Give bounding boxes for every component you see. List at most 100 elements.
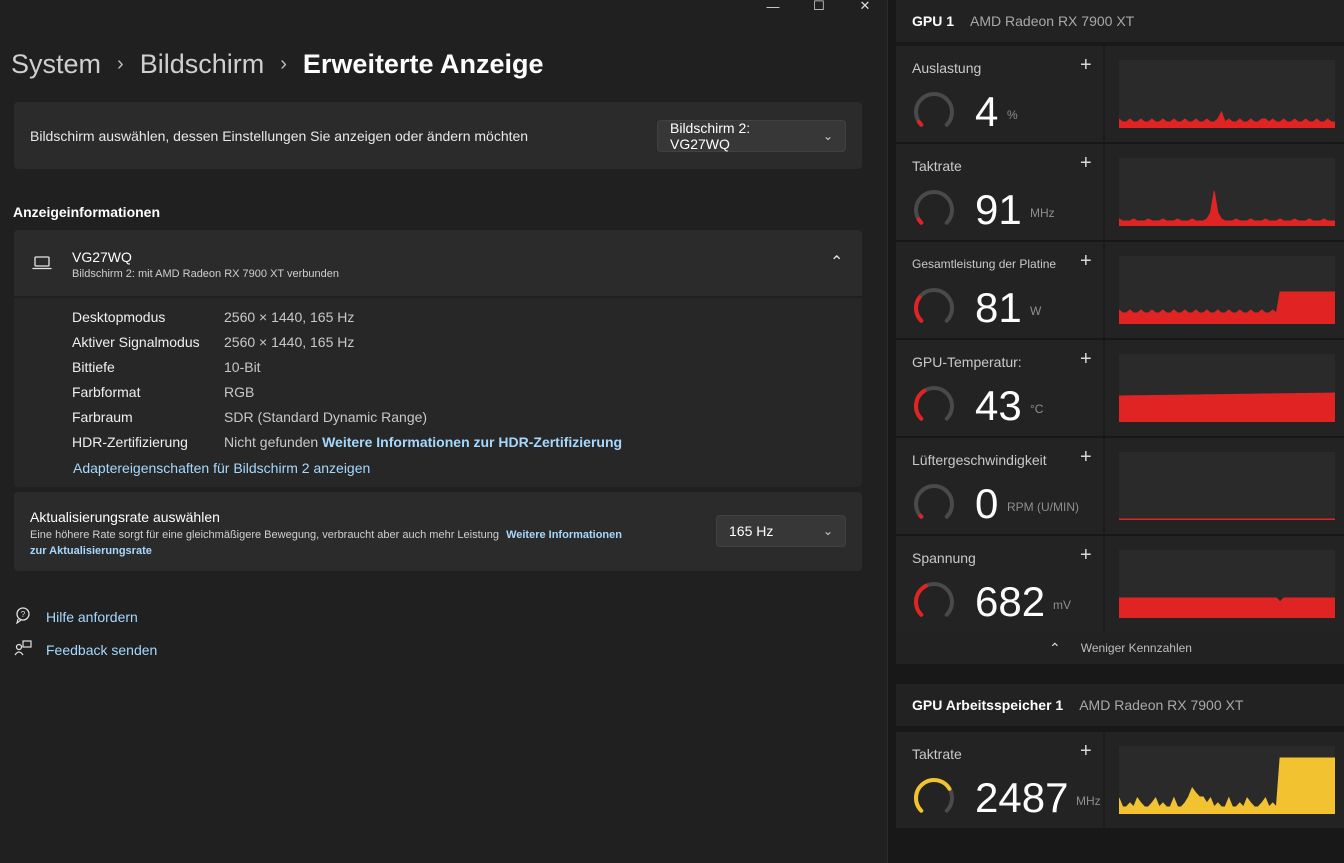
- minimize-button[interactable]: —: [750, 0, 796, 14]
- gauge-icon: [914, 582, 954, 617]
- feedback-icon: [12, 639, 34, 661]
- refresh-rate-value: 165 Hz: [729, 523, 774, 539]
- metric-card: Gesamtleistung der Platine +81 W: [896, 242, 1344, 338]
- add-metric-icon[interactable]: +: [1080, 348, 1092, 371]
- refresh-rate-select[interactable]: 165 Hz ⌄: [716, 515, 846, 547]
- help-link[interactable]: ? Hilfe anfordern: [12, 606, 138, 628]
- gpu-mem-name: AMD Radeon RX 7900 XT: [1079, 697, 1244, 713]
- display-info-header[interactable]: VG27WQ Bildschirm 2: mit AMD Radeon RX 7…: [14, 230, 862, 297]
- metric-value: 2487: [975, 774, 1069, 821]
- add-metric-icon[interactable]: +: [1080, 152, 1092, 175]
- maximize-button[interactable]: ☐: [796, 0, 842, 13]
- metric-value: 81: [975, 284, 1022, 331]
- metric-card: Lüftergeschwindigkeit +0 RPM (U/MIN): [896, 438, 1344, 534]
- sparkline-frame: [1118, 354, 1336, 423]
- laptop-icon: [32, 256, 52, 270]
- metric-graph: [1105, 732, 1344, 828]
- metric-summary: Taktrate +91 MHz: [896, 144, 1103, 240]
- gauge-level: [916, 217, 924, 225]
- info-value: 2560 × 1440, 165 Hz: [224, 309, 355, 325]
- info-key: Farbraum: [72, 409, 133, 425]
- adapter-properties-link[interactable]: Adaptereigenschaften für Bildschirm 2 an…: [73, 460, 370, 476]
- breadcrumb-bildschirm[interactable]: Bildschirm: [140, 49, 265, 80]
- metric-summary: Gesamtleistung der Platine +81 W: [896, 242, 1103, 338]
- fewer-metrics-button[interactable]: ⌃ Weniger Kennzahlen: [896, 632, 1344, 664]
- info-value: Nicht gefunden Weitere Informationen zur…: [224, 434, 622, 450]
- sparkline-chart: [1118, 110, 1336, 129]
- sparkline-chart: [1118, 597, 1336, 619]
- metric-graph: [1105, 438, 1344, 534]
- chevron-down-icon: ⌄: [822, 524, 833, 538]
- help-label[interactable]: Hilfe anfordern: [46, 609, 138, 625]
- gauge-icon: [914, 778, 954, 813]
- sparkline-chart: [1118, 392, 1336, 423]
- hdr-info-link[interactable]: Weitere Informationen zur HDR-Zertifizie…: [322, 434, 622, 450]
- metric-card: GPU-Temperatur: +43 °C: [896, 340, 1344, 436]
- gpu-mem-header: GPU Arbeitsspeicher 1 AMD Radeon RX 7900…: [896, 684, 1344, 726]
- gauge-icon: [914, 190, 954, 225]
- metric-unit: mV: [1053, 598, 1071, 612]
- page-title: Erweiterte Anzeige: [302, 48, 544, 79]
- chevron-up-icon[interactable]: ⌃: [830, 252, 843, 272]
- sparkline-frame: [1118, 746, 1336, 815]
- metric-value: 682: [975, 578, 1046, 625]
- help-icon: ?: [12, 606, 34, 628]
- metric-card: Spannung +682 mV: [896, 536, 1344, 632]
- sparkline-frame: [1118, 452, 1336, 521]
- gauge-level: [918, 513, 924, 519]
- metric-summary: Lüftergeschwindigkeit +0 RPM (U/MIN): [896, 438, 1103, 534]
- gauge-icon: [914, 386, 954, 421]
- breadcrumb-system[interactable]: System: [11, 49, 101, 80]
- display-select[interactable]: Bildschirm 2: VG27WQ ⌄: [657, 120, 846, 152]
- refresh-rate-desc: Eine höhere Rate sorgt für eine gleichmä…: [30, 527, 710, 559]
- display-subtitle: Bildschirm 2: mit AMD Radeon RX 7900 XT …: [72, 268, 339, 280]
- section-title: Anzeigeinformationen: [13, 204, 161, 220]
- add-metric-icon[interactable]: +: [1080, 544, 1092, 567]
- display-info-body: Desktopmodus 2560 × 1440, 165 Hz Aktiver…: [14, 298, 862, 487]
- metric-unit: RPM (U/MIN): [1007, 500, 1079, 514]
- metric-card: Auslastung +4%: [896, 46, 1344, 142]
- add-metric-icon[interactable]: +: [1080, 446, 1092, 469]
- info-value: 10-Bit: [224, 359, 261, 375]
- gauge-icon: [914, 288, 954, 323]
- add-metric-icon[interactable]: +: [1080, 250, 1092, 273]
- info-value: SDR (Standard Dynamic Range): [224, 409, 428, 425]
- fewer-metrics-label: Weniger Kennzahlen: [1080, 641, 1192, 655]
- metric-unit: MHz: [1030, 206, 1055, 220]
- gauge-icon: [914, 92, 954, 127]
- gauge-level: [917, 120, 924, 127]
- metric-card: Taktrate +91 MHz: [896, 144, 1344, 240]
- sparkline-chart: [1118, 291, 1336, 325]
- refresh-rate-card: Aktualisierungsrate auswählen Eine höher…: [14, 492, 862, 571]
- metric-value: 0: [975, 480, 999, 527]
- add-metric-icon[interactable]: +: [1080, 740, 1092, 763]
- metric-summary: Spannung +682 mV: [896, 536, 1103, 632]
- refresh-desc-text: Eine höhere Rate sorgt für eine gleichmä…: [30, 529, 499, 541]
- refresh-info-link[interactable]: Weitere Informationen: [506, 529, 622, 541]
- metric-title: Taktrate: [912, 158, 962, 174]
- metric-title: Spannung: [912, 550, 976, 566]
- svg-text:?: ?: [21, 610, 26, 619]
- refresh-info-link-2[interactable]: zur Aktualisierungsrate: [30, 545, 152, 557]
- gauge-level: [914, 388, 927, 421]
- display-name: VG27WQ: [72, 249, 132, 265]
- display-select-value: Bildschirm 2: VG27WQ: [670, 120, 751, 152]
- sparkline-area: [1118, 291, 1336, 325]
- sparkline-area: [1118, 757, 1336, 815]
- select-display-label: Bildschirm auswählen, dessen Einstellung…: [30, 128, 529, 144]
- info-key: HDR-Zertifizierung: [72, 434, 188, 450]
- metric-unit: %: [1007, 108, 1018, 122]
- breadcrumb: System › Bildschirm › Erweiterte Anzeige: [11, 44, 543, 84]
- feedback-link[interactable]: Feedback senden: [12, 639, 157, 661]
- metric-graph: [1105, 340, 1344, 436]
- metric-title: Auslastung: [912, 60, 982, 76]
- metric-graph: [1105, 242, 1344, 338]
- feedback-label[interactable]: Feedback senden: [46, 642, 157, 658]
- metric-summary: Auslastung +4%: [896, 46, 1103, 142]
- metric-value: 43: [975, 382, 1022, 429]
- info-key: Desktopmodus: [72, 309, 166, 325]
- add-metric-icon[interactable]: +: [1080, 54, 1092, 77]
- chevron-right-icon: ›: [280, 52, 287, 75]
- gauge-icon: [914, 484, 954, 519]
- close-button[interactable]: ✕: [842, 0, 888, 13]
